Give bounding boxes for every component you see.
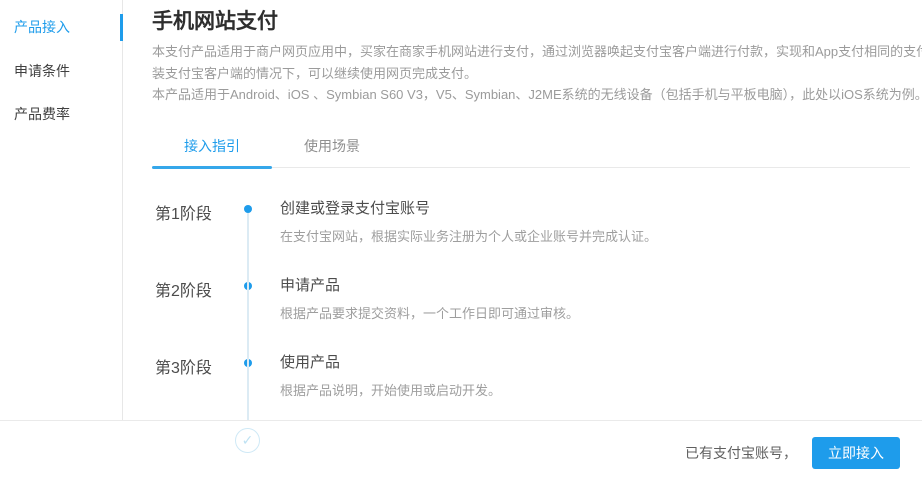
sidebar-active-indicator bbox=[120, 14, 123, 41]
footer-actions: 已有支付宝账号， 立即接入 bbox=[685, 437, 900, 469]
stage-label: 第2阶段 bbox=[155, 277, 212, 301]
sidebar-item-product-access[interactable]: 产品接入 bbox=[14, 17, 70, 37]
description-line: 本支付产品适用于商户网页应用中，买家在商家手机网站进行支付，通过浏览器唤起支付宝… bbox=[152, 41, 922, 63]
description-line: 本产品适用于Android、iOS 、Symbian S60 V3，V5、Sym… bbox=[152, 84, 922, 106]
stage-row-3: 第3阶段 使用产品 根据产品说明，开始使用或启动开发。 bbox=[152, 346, 852, 423]
product-description: 本支付产品适用于商户网页应用中，买家在商家手机网站进行支付，通过浏览器唤起支付宝… bbox=[152, 41, 922, 106]
sidebar-item-apply-conditions[interactable]: 申请条件 bbox=[14, 61, 70, 81]
stage-title: 申请产品 bbox=[280, 274, 340, 295]
sidebar-item-product-rates[interactable]: 产品费率 bbox=[14, 104, 70, 124]
timeline-dot-icon bbox=[244, 205, 252, 213]
stage-row-1: 第1阶段 创建或登录支付宝账号 在支付宝网站，根据实际业务注册为个人或企业账号并… bbox=[152, 192, 852, 269]
timeline-vertical-line bbox=[247, 213, 249, 420]
check-circle-icon: ✓ bbox=[235, 428, 260, 453]
tab-access-guide[interactable]: 接入指引 bbox=[152, 126, 272, 167]
stage-label: 第1阶段 bbox=[155, 200, 212, 224]
page-title: 手机网站支付 bbox=[152, 5, 278, 35]
stage-label: 第3阶段 bbox=[155, 354, 212, 378]
stage-description: 根据产品说明，开始使用或启动开发。 bbox=[280, 380, 501, 399]
sidebar-divider bbox=[122, 0, 123, 420]
stage-description: 在支付宝网站，根据实际业务注册为个人或企业账号并完成认证。 bbox=[280, 226, 657, 245]
main-content: 手机网站支付 本支付产品适用于商户网页应用中，买家在商家手机网站进行支付，通过浏… bbox=[152, 0, 922, 420]
tab-usage-scenario[interactable]: 使用场景 bbox=[272, 126, 392, 167]
connect-now-button[interactable]: 立即接入 bbox=[812, 437, 900, 469]
stage-title: 使用产品 bbox=[280, 351, 340, 372]
tab-bar: 接入指引 使用场景 bbox=[152, 126, 910, 168]
sidebar: 产品接入 申请条件 产品费率 bbox=[0, 0, 123, 420]
description-line: 装支付宝客户端的情况下，可以继续使用网页完成支付。 bbox=[152, 63, 922, 85]
stage-timeline: 第1阶段 创建或登录支付宝账号 在支付宝网站，根据实际业务注册为个人或企业账号并… bbox=[152, 192, 852, 423]
stage-row-2: 第2阶段 申请产品 根据产品要求提交资料，一个工作日即可通过审核。 bbox=[152, 269, 852, 346]
existing-account-text: 已有支付宝账号， bbox=[685, 443, 797, 463]
footer-divider bbox=[0, 420, 922, 421]
stage-description: 根据产品要求提交资料，一个工作日即可通过审核。 bbox=[280, 303, 579, 322]
stage-title: 创建或登录支付宝账号 bbox=[280, 197, 430, 218]
